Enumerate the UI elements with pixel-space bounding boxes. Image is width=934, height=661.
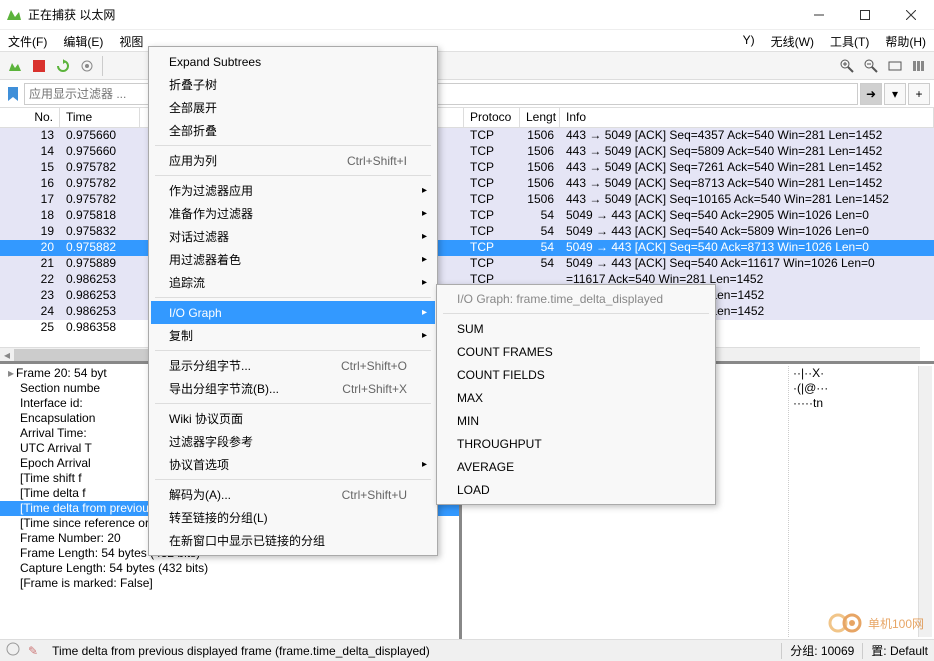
ascii-line: ·····tn [793, 396, 918, 411]
maximize-button[interactable] [842, 0, 888, 30]
minimize-button[interactable] [796, 0, 842, 30]
submenu-item[interactable]: SUM [439, 317, 713, 340]
col-time[interactable]: Time [60, 108, 140, 127]
status-profile[interactable]: 置: Default [871, 642, 928, 659]
col-info[interactable]: Info [560, 108, 934, 127]
filter-apply-button[interactable]: ➜ [860, 83, 882, 105]
menu-item[interactable]: 协议首选项 [151, 453, 435, 476]
packet-row[interactable]: 180.975818TCP545049 → 443 [ACK] Seq=540 … [0, 208, 934, 224]
menubar: 文件(F) 编辑(E) 视图 Y) 无线(W) 工具(T) 帮助(H) [0, 30, 934, 52]
menu-item[interactable]: 全部展开 [151, 96, 435, 119]
zoom-reset-icon[interactable] [884, 55, 906, 77]
submenu-item[interactable]: COUNT FRAMES [439, 340, 713, 363]
packet-row[interactable]: 170.975782TCP1506443 → 5049 [ACK] Seq=10… [0, 192, 934, 208]
menu-item[interactable]: 准备作为过滤器 [151, 202, 435, 225]
packet-row[interactable]: 150.975782TCP1506443 → 5049 [ACK] Seq=72… [0, 160, 934, 176]
packet-row[interactable]: 210.975889TCP545049 → 443 [ACK] Seq=540 … [0, 256, 934, 272]
packet-row[interactable]: 200.975882TCP545049 → 443 [ACK] Seq=540 … [0, 240, 934, 256]
menu-wireless[interactable]: 无线(W) [763, 30, 822, 51]
start-capture-icon[interactable] [4, 55, 26, 77]
window-title: 正在捕获 以太网 [28, 6, 796, 23]
stop-capture-icon[interactable] [28, 55, 50, 77]
menu-tools[interactable]: 工具(T) [822, 30, 877, 51]
menu-item[interactable]: Expand Subtrees [151, 50, 435, 73]
io-graph-submenu[interactable]: I/O Graph: frame.time_delta_displayed SU… [436, 284, 716, 505]
packet-row[interactable]: 130.975660TCP1506443 → 5049 [ACK] Seq=43… [0, 128, 934, 144]
toolbar [0, 52, 934, 80]
menu-item[interactable]: 用过滤器着色 [151, 248, 435, 271]
submenu-item[interactable]: MAX [439, 386, 713, 409]
menu-help[interactable]: 帮助(H) [877, 30, 934, 51]
menu-edit[interactable]: 编辑(E) [55, 30, 111, 51]
menu-item[interactable]: 显示分组字节...Ctrl+Shift+O [151, 354, 435, 377]
submenu-item[interactable]: COUNT FIELDS [439, 363, 713, 386]
menu-file[interactable]: 文件(F) [0, 30, 55, 51]
packet-row[interactable]: 190.975832TCP545049 → 443 [ACK] Seq=540 … [0, 224, 934, 240]
menu-item[interactable]: 全部折叠 [151, 119, 435, 142]
filter-bookmark-icon[interactable] [4, 85, 22, 103]
menu-item[interactable]: 对话过滤器 [151, 225, 435, 248]
menu-y[interactable]: Y) [735, 30, 763, 51]
col-len[interactable]: Lengt [520, 108, 560, 127]
menu-item[interactable]: 解码为(A)...Ctrl+Shift+U [151, 483, 435, 506]
packet-list-header: No. Time Protoco Lengt Info [0, 108, 934, 128]
menu-item[interactable]: Wiki 协议页面 [151, 407, 435, 430]
restart-capture-icon[interactable] [52, 55, 74, 77]
ascii-line: ·(|@··· [793, 381, 918, 396]
menu-item[interactable]: 作为过滤器应用 [151, 179, 435, 202]
status-field: Time delta from previous displayed frame… [46, 644, 773, 658]
menu-item[interactable]: 过滤器字段参考 [151, 430, 435, 453]
ascii-line: ··|··X· [793, 366, 918, 381]
filter-bar: ➜ ▾ + [0, 80, 934, 108]
packet-row[interactable]: 140.975660TCP1506443 → 5049 [ACK] Seq=58… [0, 144, 934, 160]
menu-item[interactable]: I/O Graph [151, 301, 435, 324]
menu-item[interactable]: 追踪流 [151, 271, 435, 294]
menu-item[interactable]: 转至链接的分组(L) [151, 506, 435, 529]
context-menu[interactable]: Expand Subtrees折叠子树全部展开全部折叠应用为列Ctrl+Shif… [148, 46, 438, 556]
submenu-item[interactable]: THROUGHPUT [439, 432, 713, 455]
close-button[interactable] [888, 0, 934, 30]
zoom-out-icon[interactable] [860, 55, 882, 77]
v-scrollbar[interactable] [918, 366, 932, 637]
col-proto[interactable]: Protoco [464, 108, 520, 127]
detail-line[interactable]: Capture Length: 54 bytes (432 bits) [0, 561, 459, 576]
packet-row[interactable]: 160.975782TCP1506443 → 5049 [ACK] Seq=87… [0, 176, 934, 192]
menu-item[interactable]: 折叠子树 [151, 73, 435, 96]
capture-options-icon[interactable] [76, 55, 98, 77]
submenu-item[interactable]: LOAD [439, 478, 713, 501]
col-no[interactable]: No. [0, 108, 60, 127]
detail-line[interactable]: [Frame is marked: False] [0, 576, 459, 591]
titlebar: 正在捕获 以太网 [0, 0, 934, 30]
menu-view[interactable]: 视图 [111, 30, 151, 51]
filter-add-button[interactable]: + [908, 83, 930, 105]
zoom-in-icon[interactable] [836, 55, 858, 77]
submenu-item[interactable]: AVERAGE [439, 455, 713, 478]
submenu-item[interactable]: MIN [439, 409, 713, 432]
status-bar: ✎ Time delta from previous displayed fra… [0, 639, 934, 661]
submenu-title: I/O Graph: frame.time_delta_displayed [439, 288, 713, 310]
menu-item[interactable]: 复制 [151, 324, 435, 347]
watermark-icon [828, 611, 864, 635]
edit-icon[interactable]: ✎ [28, 644, 38, 658]
expert-info-icon[interactable] [6, 642, 20, 659]
wireshark-logo-icon [6, 7, 22, 23]
menu-item[interactable]: 在新窗口中显示已链接的分组 [151, 529, 435, 552]
resize-columns-icon[interactable] [908, 55, 930, 77]
menu-item[interactable]: 应用为列Ctrl+Shift+I [151, 149, 435, 172]
menu-item[interactable]: 导出分组字节流(B)...Ctrl+Shift+X [151, 377, 435, 400]
watermark: 单机100网 [828, 611, 924, 635]
filter-dropdown-button[interactable]: ▾ [884, 83, 906, 105]
status-packets: 分组: 10069 [790, 642, 854, 659]
